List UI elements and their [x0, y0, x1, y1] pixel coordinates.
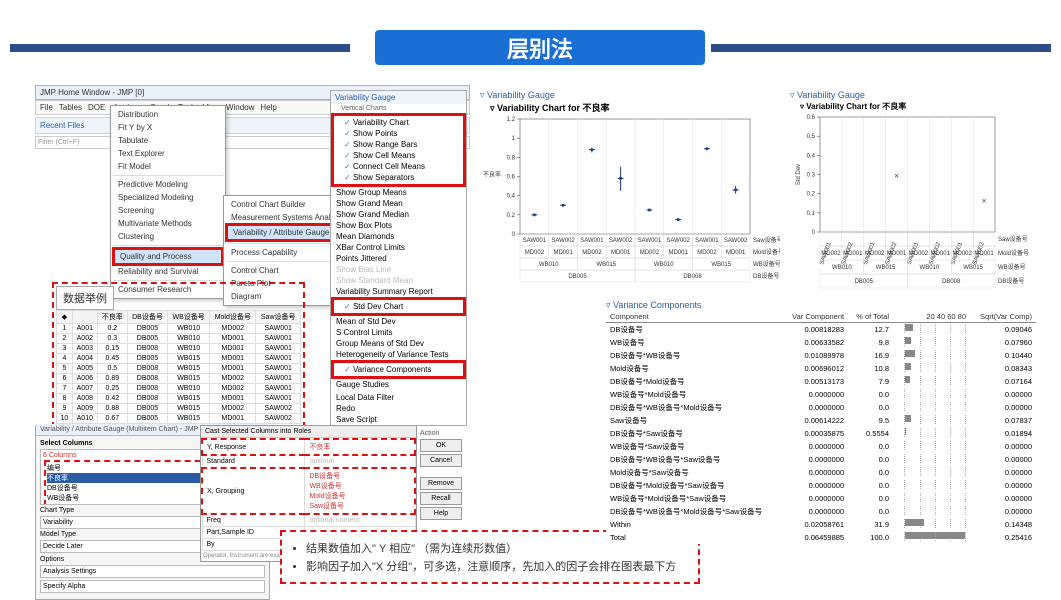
- slide-title: 层别法: [375, 30, 705, 65]
- svg-text:DB005: DB005: [568, 274, 587, 280]
- svg-text:MD001: MD001: [843, 251, 863, 257]
- svg-text:0: 0: [512, 232, 516, 238]
- svg-text:MD002: MD002: [525, 250, 545, 256]
- svg-text:MD002: MD002: [865, 251, 885, 257]
- svg-text:0.2: 0.2: [807, 192, 816, 198]
- svg-text:0.4: 0.4: [507, 194, 516, 200]
- remove-button: Remove: [420, 477, 462, 490]
- svg-text:0.2: 0.2: [507, 213, 516, 219]
- svg-text:SAW002: SAW002: [666, 238, 690, 244]
- svg-text:0.8: 0.8: [507, 155, 516, 161]
- vg-options-menu[interactable]: Variability Gauge Vertical Charts Variab…: [330, 90, 467, 426]
- action-buttons[interactable]: Action OK Cancel Remove Recall Help: [420, 430, 462, 522]
- svg-text:DB设备号: DB设备号: [753, 272, 779, 280]
- svg-text:Saw设备号: Saw设备号: [998, 235, 1028, 243]
- svg-text:SAW002: SAW002: [724, 238, 748, 244]
- svg-text:SAW001: SAW001: [580, 238, 604, 244]
- svg-text:MD002: MD002: [821, 251, 841, 257]
- svg-text:×: ×: [894, 171, 899, 180]
- svg-text:0.3: 0.3: [807, 173, 816, 179]
- svg-text:SAW002: SAW002: [551, 238, 575, 244]
- svg-text:MD001: MD001: [611, 250, 631, 256]
- svg-text:Mold设备号: Mold设备号: [998, 249, 1029, 257]
- svg-text:MD001: MD001: [726, 250, 746, 256]
- svg-text:MD002: MD002: [640, 250, 660, 256]
- svg-text:Std Dev: Std Dev: [796, 164, 802, 185]
- svg-text:0.6: 0.6: [807, 115, 816, 121]
- svg-text:WB设备号: WB设备号: [998, 263, 1026, 271]
- svg-text:MD002: MD002: [953, 251, 973, 257]
- svg-text:MD001: MD001: [931, 251, 951, 257]
- quality-and-process: Quality and Process: [113, 248, 223, 265]
- analyze-menu[interactable]: DistributionFit Y by XTabulateText Explo…: [110, 105, 226, 299]
- svg-text:WB010: WB010: [654, 262, 674, 268]
- svg-text:DB008: DB008: [683, 274, 702, 280]
- svg-text:不良率: 不良率: [483, 171, 501, 179]
- svg-text:Mold设备号: Mold设备号: [753, 248, 780, 256]
- recall-button: Recall: [420, 492, 462, 505]
- variance-components: ▿ Variance Components ComponentVar Compo…: [606, 300, 1036, 544]
- svg-text:SAW002: SAW002: [609, 238, 633, 244]
- svg-text:0: 0: [812, 230, 816, 236]
- svg-text:MD002: MD002: [697, 250, 717, 256]
- svg-text:MD001: MD001: [668, 250, 688, 256]
- svg-text:WB015: WB015: [711, 262, 731, 268]
- svg-text:0.6: 0.6: [507, 175, 516, 181]
- svg-text:WB015: WB015: [963, 265, 983, 271]
- svg-text:MD001: MD001: [974, 251, 994, 257]
- svg-text:Saw设备号: Saw设备号: [753, 236, 780, 244]
- svg-text:MD002: MD002: [909, 251, 929, 257]
- cancel-button: Cancel: [420, 454, 462, 467]
- svg-text:DB005: DB005: [855, 279, 874, 285]
- svg-text:SAW001: SAW001: [523, 238, 547, 244]
- svg-text:1: 1: [512, 136, 516, 142]
- svg-text:WB015: WB015: [596, 262, 616, 268]
- variability-chart-1: ▿ Variability Gauge ▿ Variability Chart …: [480, 90, 780, 296]
- example-data-table: 数据举例 ◆不良率DB设备号WB设备号Mold设备号Saw设备号1A0010.2…: [52, 282, 305, 428]
- svg-text:SAW001: SAW001: [695, 238, 719, 244]
- svg-text:1.2: 1.2: [507, 117, 516, 123]
- svg-text:0.4: 0.4: [807, 153, 816, 159]
- svg-text:×: ×: [982, 196, 987, 205]
- svg-text:0.5: 0.5: [807, 134, 816, 140]
- svg-text:0.1: 0.1: [807, 211, 816, 217]
- svg-text:WB010: WB010: [539, 262, 559, 268]
- svg-text:WB015: WB015: [876, 265, 896, 271]
- svg-text:MD001: MD001: [553, 250, 573, 256]
- svg-text:WB010: WB010: [832, 265, 852, 271]
- svg-text:DB008: DB008: [942, 279, 961, 285]
- svg-text:MD001: MD001: [887, 251, 907, 257]
- svg-text:DB设备号: DB设备号: [998, 277, 1024, 285]
- variability-chart-2: ▿ Variability Gauge ▿ Variability Chart …: [790, 90, 1030, 309]
- svg-text:MD002: MD002: [582, 250, 602, 256]
- svg-text:SAW001: SAW001: [638, 238, 662, 244]
- svg-text:WB设备号: WB设备号: [753, 260, 780, 268]
- ok-button: OK: [420, 439, 462, 452]
- svg-text:WB010: WB010: [920, 265, 940, 271]
- help-button: Help: [420, 507, 462, 520]
